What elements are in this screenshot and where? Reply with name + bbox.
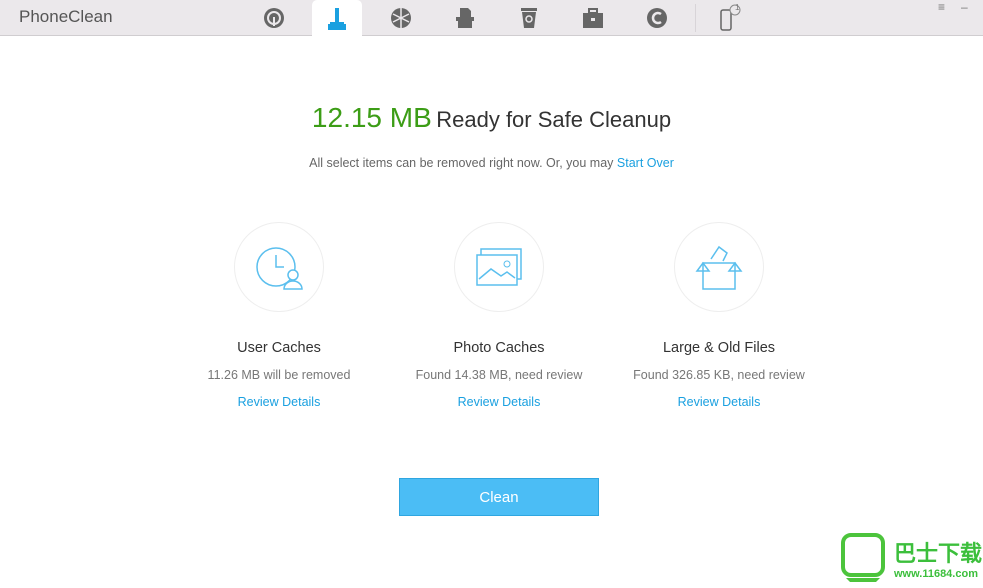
start-over-link[interactable]: Start Over	[617, 156, 674, 170]
box-files-icon	[695, 245, 743, 290]
shredder-icon	[456, 8, 474, 28]
subtitle-text: All select items can be removed right no…	[309, 156, 617, 170]
watermark-logo: 巴士下载 www.11684.com	[838, 532, 982, 584]
app-title: PhoneClean	[19, 7, 113, 26]
card-description: Found 326.85 KB, need review	[633, 368, 805, 382]
photo-icon	[476, 248, 522, 286]
cleanable-size: 12.15 MB	[311, 102, 432, 133]
divider	[695, 4, 696, 32]
tab-internet[interactable]	[376, 0, 426, 36]
tab-toolbox[interactable]	[568, 0, 618, 36]
card-title: Large & Old Files	[662, 340, 776, 356]
tab-signal[interactable]	[249, 0, 299, 36]
watermark-url: www.11684.com	[894, 568, 978, 580]
globe-icon	[391, 8, 411, 28]
clean-button[interactable]: Clean	[399, 478, 599, 516]
title-bar: PhoneClean 1 ≡ –	[0, 0, 983, 37]
tab-restore[interactable]	[632, 0, 682, 36]
summary-headline: 12.15 MB Ready for Safe Cleanup	[0, 102, 983, 134]
device-count-badge: 1	[735, 3, 740, 12]
tab-shredder[interactable]	[440, 0, 490, 36]
signal-icon	[264, 8, 284, 28]
tab-clean[interactable]	[312, 0, 362, 37]
review-details-link[interactable]: Review Details	[169, 395, 389, 409]
restore-icon	[647, 8, 667, 28]
device-button[interactable]: 1	[704, 0, 754, 36]
summary-subtitle: All select items can be removed right no…	[0, 156, 983, 170]
review-details-link[interactable]: Review Details	[389, 395, 609, 409]
watermark-title: 巴士下载	[894, 541, 983, 566]
tab-recycle[interactable]	[504, 0, 554, 36]
card-title: Photo Caches	[453, 340, 545, 356]
broom-icon	[328, 7, 346, 30]
card-description: Found 14.38 MB, need review	[415, 368, 583, 382]
toolbox-icon	[583, 8, 603, 28]
review-details-link[interactable]: Review Details	[609, 395, 829, 409]
bus-logo-icon	[841, 533, 885, 582]
card-large-old-files: Large & Old Files Found 326.85 KB, need …	[609, 222, 829, 409]
user-clock-icon	[256, 247, 303, 290]
menu-button[interactable]: ≡	[938, 0, 945, 14]
card-description: 11.26 MB will be removed	[207, 368, 351, 382]
recycle-bin-icon	[521, 8, 537, 28]
ready-label: Ready for Safe Cleanup	[436, 107, 672, 132]
minimize-button[interactable]: –	[961, 0, 968, 14]
card-user-caches: User Caches 11.26 MB will be removed Rev…	[169, 222, 389, 409]
card-title: User Caches	[237, 340, 321, 356]
card-photo-caches: Photo Caches Found 14.38 MB, need review…	[389, 222, 609, 409]
